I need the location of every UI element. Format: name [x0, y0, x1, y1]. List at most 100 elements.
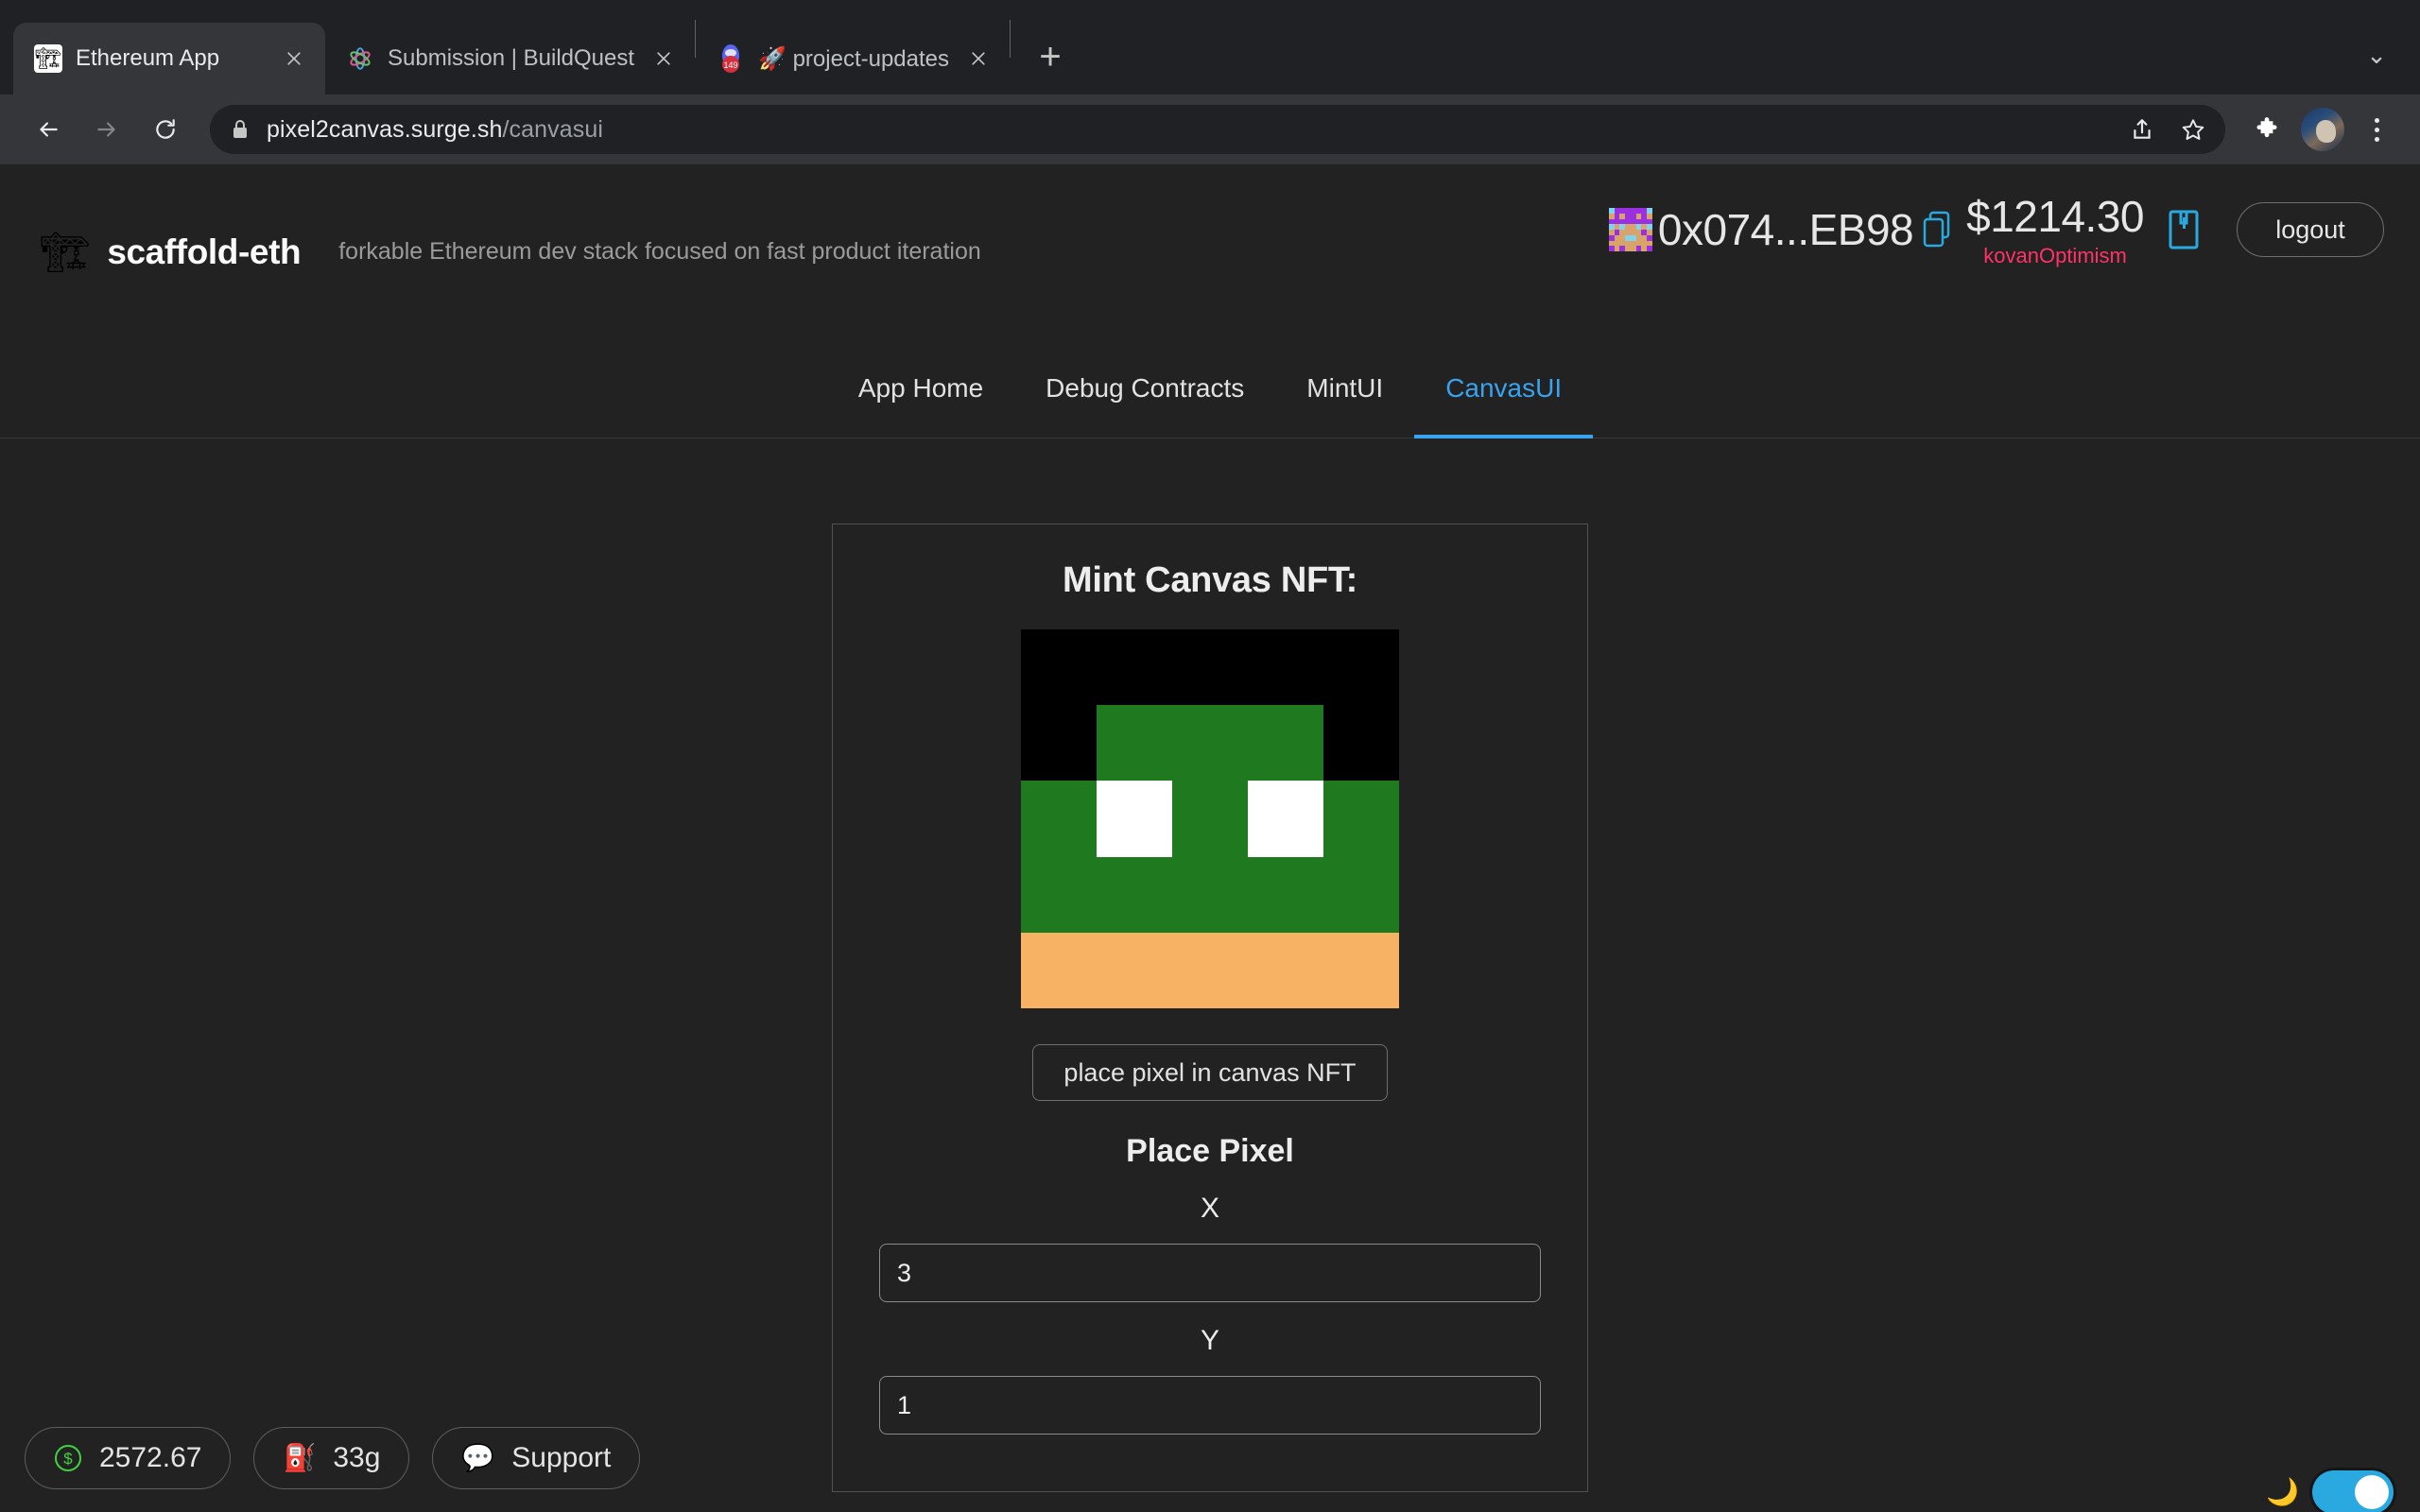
- account-row: 0x074...EB98 $1214.30 kovanOptimism logo…: [1608, 191, 2384, 268]
- pixel-cell[interactable]: [1323, 629, 1399, 706]
- share-icon[interactable]: [2119, 107, 2165, 152]
- tab-app-home[interactable]: App Home: [827, 339, 1014, 438]
- svg-text:$: $: [63, 1450, 73, 1468]
- browser-tab-project-updates[interactable]: 149 🚀 project-updates: [696, 23, 1010, 94]
- pixel-cell[interactable]: [1021, 705, 1097, 782]
- pixel-cell[interactable]: [1021, 781, 1097, 857]
- nft-pixel-canvas[interactable]: [1021, 629, 1399, 1008]
- x-input[interactable]: [879, 1244, 1541, 1302]
- pixel-cell[interactable]: [1323, 705, 1399, 782]
- brand-tagline: forkable Ethereum dev stack focused on f…: [338, 238, 981, 265]
- pixel-cell[interactable]: [1021, 856, 1097, 933]
- network-label: kovanOptimism: [1983, 244, 2127, 267]
- theme-toggle-area: 🌙: [2266, 1470, 2394, 1512]
- url-host: pixel2canvas.surge.sh: [267, 115, 503, 143]
- card-title: Mint Canvas NFT:: [1063, 560, 1357, 600]
- eth-price-pill[interactable]: $ 2572.67: [25, 1427, 232, 1489]
- pixel-cell[interactable]: [1172, 629, 1248, 706]
- tab-divider-2: [1010, 20, 1011, 58]
- chat-bubble-icon: 💬: [461, 1443, 495, 1472]
- tab-canvasui[interactable]: CanvasUI: [1414, 339, 1594, 438]
- browser-toolbar: pixel2canvas.surge.sh/canvasui: [0, 94, 2420, 164]
- tab-debug-contracts[interactable]: Debug Contracts: [1014, 339, 1275, 438]
- logout-button[interactable]: logout: [2237, 202, 2384, 257]
- pixel-cell[interactable]: [1097, 629, 1172, 706]
- pixel-cell[interactable]: [1248, 781, 1323, 857]
- dark-mode-switch[interactable]: [2312, 1470, 2394, 1512]
- place-pixel-heading: Place Pixel: [1126, 1133, 1294, 1169]
- tab-title: Ethereum App: [76, 45, 220, 71]
- pixel-cell[interactable]: [1172, 932, 1248, 1008]
- gas-pump-icon: ⛽: [283, 1443, 317, 1472]
- pixel-cell[interactable]: [1248, 629, 1323, 706]
- account-address[interactable]: 0x074...EB98: [1658, 204, 1914, 255]
- support-pill[interactable]: 💬 Support: [432, 1427, 641, 1489]
- omnibox-actions: [2119, 105, 2216, 154]
- browser-tab-submission-buildquest[interactable]: Submission | BuildQuest: [325, 23, 695, 94]
- pixel-cell[interactable]: [1097, 705, 1172, 782]
- place-pixel-in-canvas-nft-button[interactable]: place pixel in canvas NFT: [1032, 1044, 1388, 1101]
- dollar-circle-icon: $: [54, 1444, 82, 1472]
- moon-icon: 🌙: [2266, 1477, 2299, 1506]
- pixel-cell[interactable]: [1021, 932, 1097, 1008]
- pixel-cell[interactable]: [1323, 856, 1399, 933]
- gas-price-label: 33g: [333, 1442, 381, 1473]
- pixel-cell[interactable]: [1323, 781, 1399, 857]
- copy-icon[interactable]: [1921, 211, 1953, 249]
- pixel-cell[interactable]: [1097, 781, 1172, 857]
- y-field-label: Y: [1200, 1325, 1219, 1356]
- url-text: pixel2canvas.surge.sh/canvasui: [267, 116, 603, 144]
- close-icon[interactable]: [962, 43, 994, 75]
- nav-tabs: App Home Debug Contracts MintUI CanvasUI: [0, 339, 2420, 438]
- mint-canvas-card: Mint Canvas NFT: place pixel in canvas N…: [832, 524, 1588, 1492]
- crane-logo-icon: 🏗: [40, 229, 91, 274]
- discord-badge-149-icon: 149: [717, 44, 745, 73]
- pixel-cell[interactable]: [1248, 856, 1323, 933]
- tab-strip: 🏗 Ethereum App Submission | BuildQuest 1…: [0, 0, 2420, 94]
- atom-icon: [346, 44, 374, 73]
- y-input[interactable]: [879, 1376, 1541, 1435]
- crane-icon: 🏗: [34, 44, 62, 73]
- pixel-cell[interactable]: [1172, 705, 1248, 782]
- back-button[interactable]: [21, 102, 76, 157]
- chevron-down-icon[interactable]: ⌄: [2354, 32, 2399, 77]
- brand[interactable]: 🏗 scaffold-eth forkable Ethereum dev sta…: [40, 232, 981, 272]
- tab-title: 🚀 project-updates: [758, 45, 950, 72]
- browser-tab-ethereum-app[interactable]: 🏗 Ethereum App: [13, 23, 325, 94]
- site-header: 🏗 scaffold-eth forkable Ethereum dev sta…: [0, 164, 2420, 339]
- close-icon[interactable]: [278, 43, 310, 75]
- profile-avatar[interactable]: [2301, 108, 2344, 151]
- x-field-label: X: [1200, 1193, 1219, 1224]
- browser-chrome: 🏗 Ethereum App Submission | BuildQuest 1…: [0, 0, 2420, 164]
- blockie-avatar: [1608, 208, 1652, 251]
- switch-knob: [2355, 1475, 2389, 1509]
- pixel-cell[interactable]: [1248, 705, 1323, 782]
- bookmark-star-icon[interactable]: [2170, 107, 2216, 152]
- wallet-icon[interactable]: [2167, 209, 2201, 250]
- pixel-cell[interactable]: [1172, 781, 1248, 857]
- pixel-cell[interactable]: [1097, 856, 1172, 933]
- svg-text:149: 149: [724, 60, 738, 70]
- address-bar[interactable]: pixel2canvas.surge.sh/canvasui: [210, 105, 2225, 154]
- bottom-left-toolbar: $ 2572.67 ⛽ 33g 💬 Support: [25, 1427, 641, 1489]
- gas-price-pill[interactable]: ⛽ 33g: [253, 1427, 410, 1489]
- tab-mintui[interactable]: MintUI: [1275, 339, 1414, 438]
- pixel-cell[interactable]: [1323, 932, 1399, 1008]
- pixel-cell[interactable]: [1021, 629, 1097, 706]
- extensions-puzzle-icon[interactable]: [2242, 105, 2291, 154]
- browser-menu-icon[interactable]: [2354, 107, 2399, 152]
- pixel-cell[interactable]: [1248, 932, 1323, 1008]
- account-area: 0x074...EB98 $1214.30 kovanOptimism logo…: [1608, 191, 2384, 268]
- brand-name: scaffold-eth: [107, 232, 302, 271]
- tab-title: Submission | BuildQuest: [388, 45, 635, 71]
- forward-button[interactable]: [79, 102, 134, 157]
- support-label: Support: [511, 1442, 612, 1473]
- pixel-cell[interactable]: [1172, 856, 1248, 933]
- reload-button[interactable]: [138, 102, 193, 157]
- url-path: /canvasui: [502, 115, 603, 143]
- close-icon[interactable]: [648, 43, 680, 75]
- new-tab-button[interactable]: +: [1024, 30, 1077, 83]
- pixel-cell[interactable]: [1097, 932, 1172, 1008]
- lock-icon: [231, 118, 250, 141]
- account-balance: $1214.30: [1966, 192, 2144, 241]
